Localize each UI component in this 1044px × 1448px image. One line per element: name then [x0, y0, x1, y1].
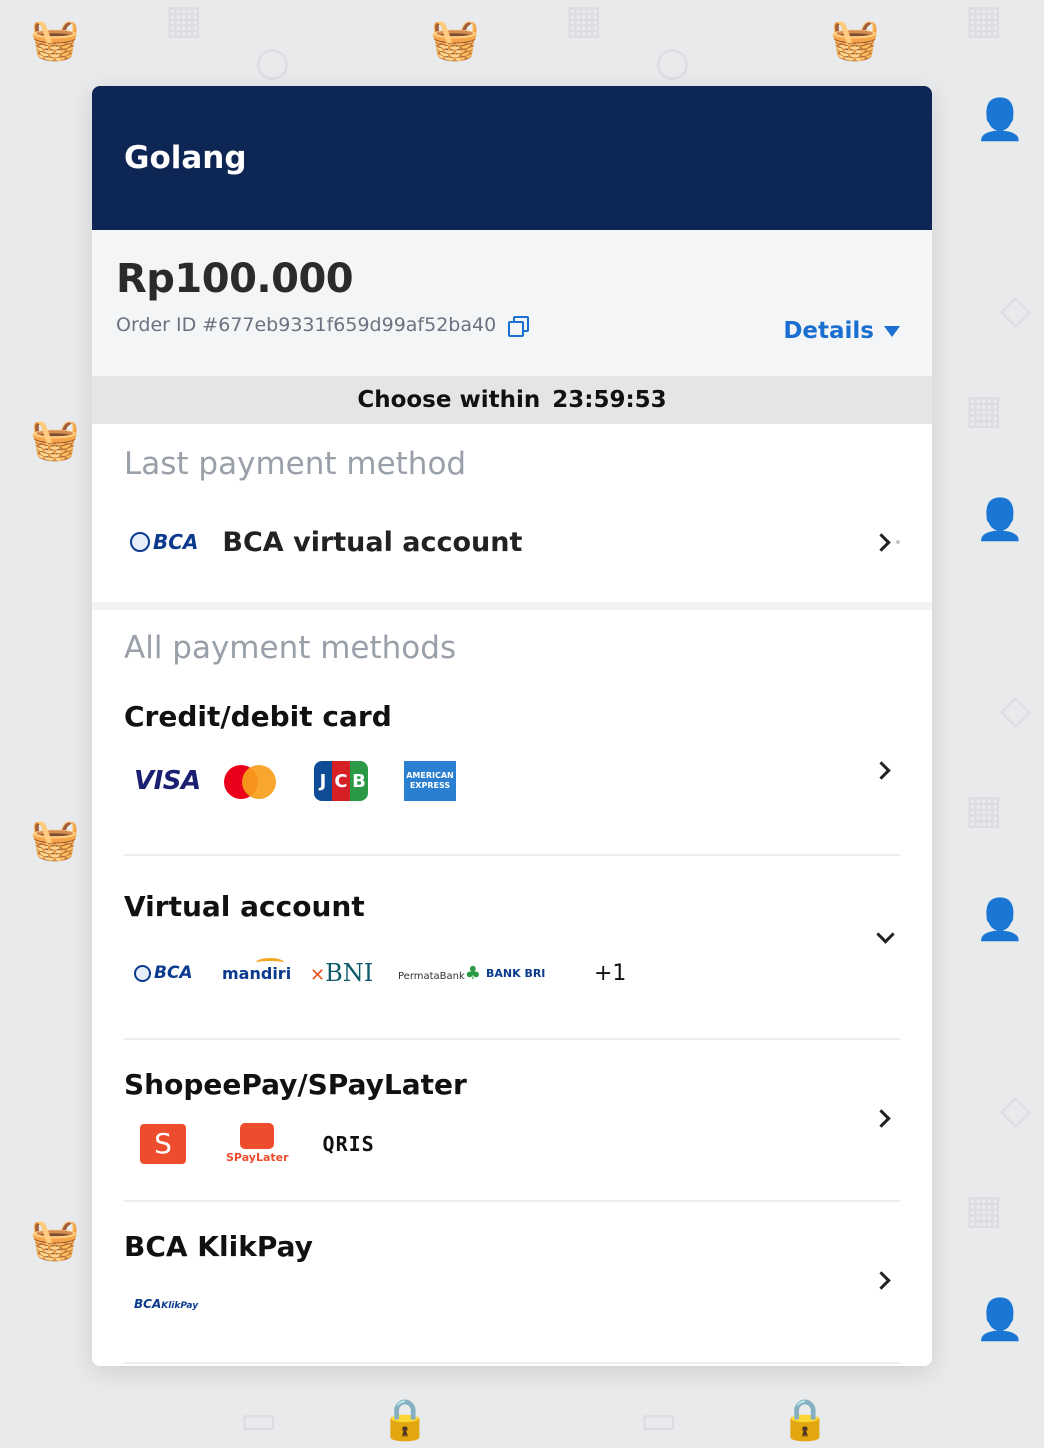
klikpay-logos: BCAKlikPay — [124, 1297, 900, 1311]
countdown-label: Choose within — [357, 387, 541, 413]
order-amount: Rp100.000 — [116, 256, 354, 302]
bca-logo: BCA — [134, 963, 222, 983]
card-logos: VISA J C B AMERICAN EXPRESS — [124, 761, 900, 801]
shopee-logos: S SPayLater QRIS — [124, 1123, 900, 1164]
order-summary: Rp100.000 Order ID #677eb9331f659d99af52… — [92, 230, 932, 376]
bri-logo: BANK BRI — [486, 966, 546, 980]
chevron-right-icon — [872, 532, 891, 552]
last-payment-bca-va[interactable]: BCA BCA virtual account — [92, 482, 932, 602]
bca-seal-icon — [130, 532, 150, 552]
bca-logo-text: BCA — [153, 530, 199, 554]
dot-indicator — [896, 540, 900, 544]
all-payments-title: All payment methods — [124, 630, 457, 666]
amex-logo: AMERICAN EXPRESS — [404, 761, 456, 801]
more-banks-count: +1 — [594, 960, 627, 986]
copy-icon[interactable] — [508, 316, 530, 337]
bca-seal-icon — [134, 964, 151, 982]
details-label: Details — [783, 318, 874, 344]
chevron-right-icon — [872, 1271, 891, 1290]
details-button[interactable]: Details — [783, 318, 900, 344]
jcb-logo: J C B — [314, 761, 368, 801]
countdown-time: 23:59:53 — [552, 387, 667, 413]
order-id: Order ID #677eb9331f659d99af52ba40 — [116, 314, 497, 336]
wallet-icon — [240, 1123, 275, 1149]
shopeepay-logo: S — [140, 1123, 186, 1164]
bni-logo: ✕BNI — [310, 959, 374, 987]
bca-klikpay-logo: BCAKlikPay — [134, 1297, 199, 1311]
method-title: ShopeePay/SPayLater — [124, 1068, 467, 1101]
method-credit-card[interactable]: Credit/debit card VISA J C B AMERICAN EX… — [124, 666, 900, 856]
method-bca-klikpay[interactable]: BCA KlikPay BCAKlikPay — [124, 1202, 900, 1364]
va-bank-logos: BCA mandiri ✕BNI PermataBank♣ BANK BRI +… — [124, 957, 900, 987]
visa-logo: VISA — [134, 766, 201, 796]
method-virtual-account[interactable]: Virtual account BCA mandiri ✕BNI Permata… — [124, 856, 900, 1040]
caret-down-icon — [884, 325, 900, 337]
merchant-name: Golang — [124, 140, 247, 176]
permata-logo: PermataBank♣ — [398, 962, 481, 984]
payment-card: Golang Rp100.000 Order ID #677eb9331f659… — [92, 86, 932, 1366]
last-payment-label: BCA virtual account — [222, 526, 523, 558]
method-shopeepay[interactable]: ShopeePay/SPayLater S SPayLater QRIS — [124, 1040, 900, 1202]
method-title: BCA KlikPay — [124, 1230, 313, 1263]
last-payment-title: Last payment method — [124, 446, 467, 482]
countdown-bar: Choose within 23:59:53 — [92, 376, 932, 424]
mastercard-logo — [224, 763, 280, 799]
qris-logo: QRIS — [322, 1131, 375, 1156]
bca-logo: BCA — [130, 530, 198, 554]
mandiri-logo: mandiri — [222, 957, 310, 983]
method-title: Credit/debit card — [124, 700, 392, 733]
section-divider — [92, 602, 932, 610]
spaylater-logo: SPayLater — [226, 1123, 289, 1164]
chevron-down-icon — [876, 925, 895, 944]
merchant-header: Golang — [92, 86, 932, 230]
method-title: Virtual account — [124, 890, 365, 923]
